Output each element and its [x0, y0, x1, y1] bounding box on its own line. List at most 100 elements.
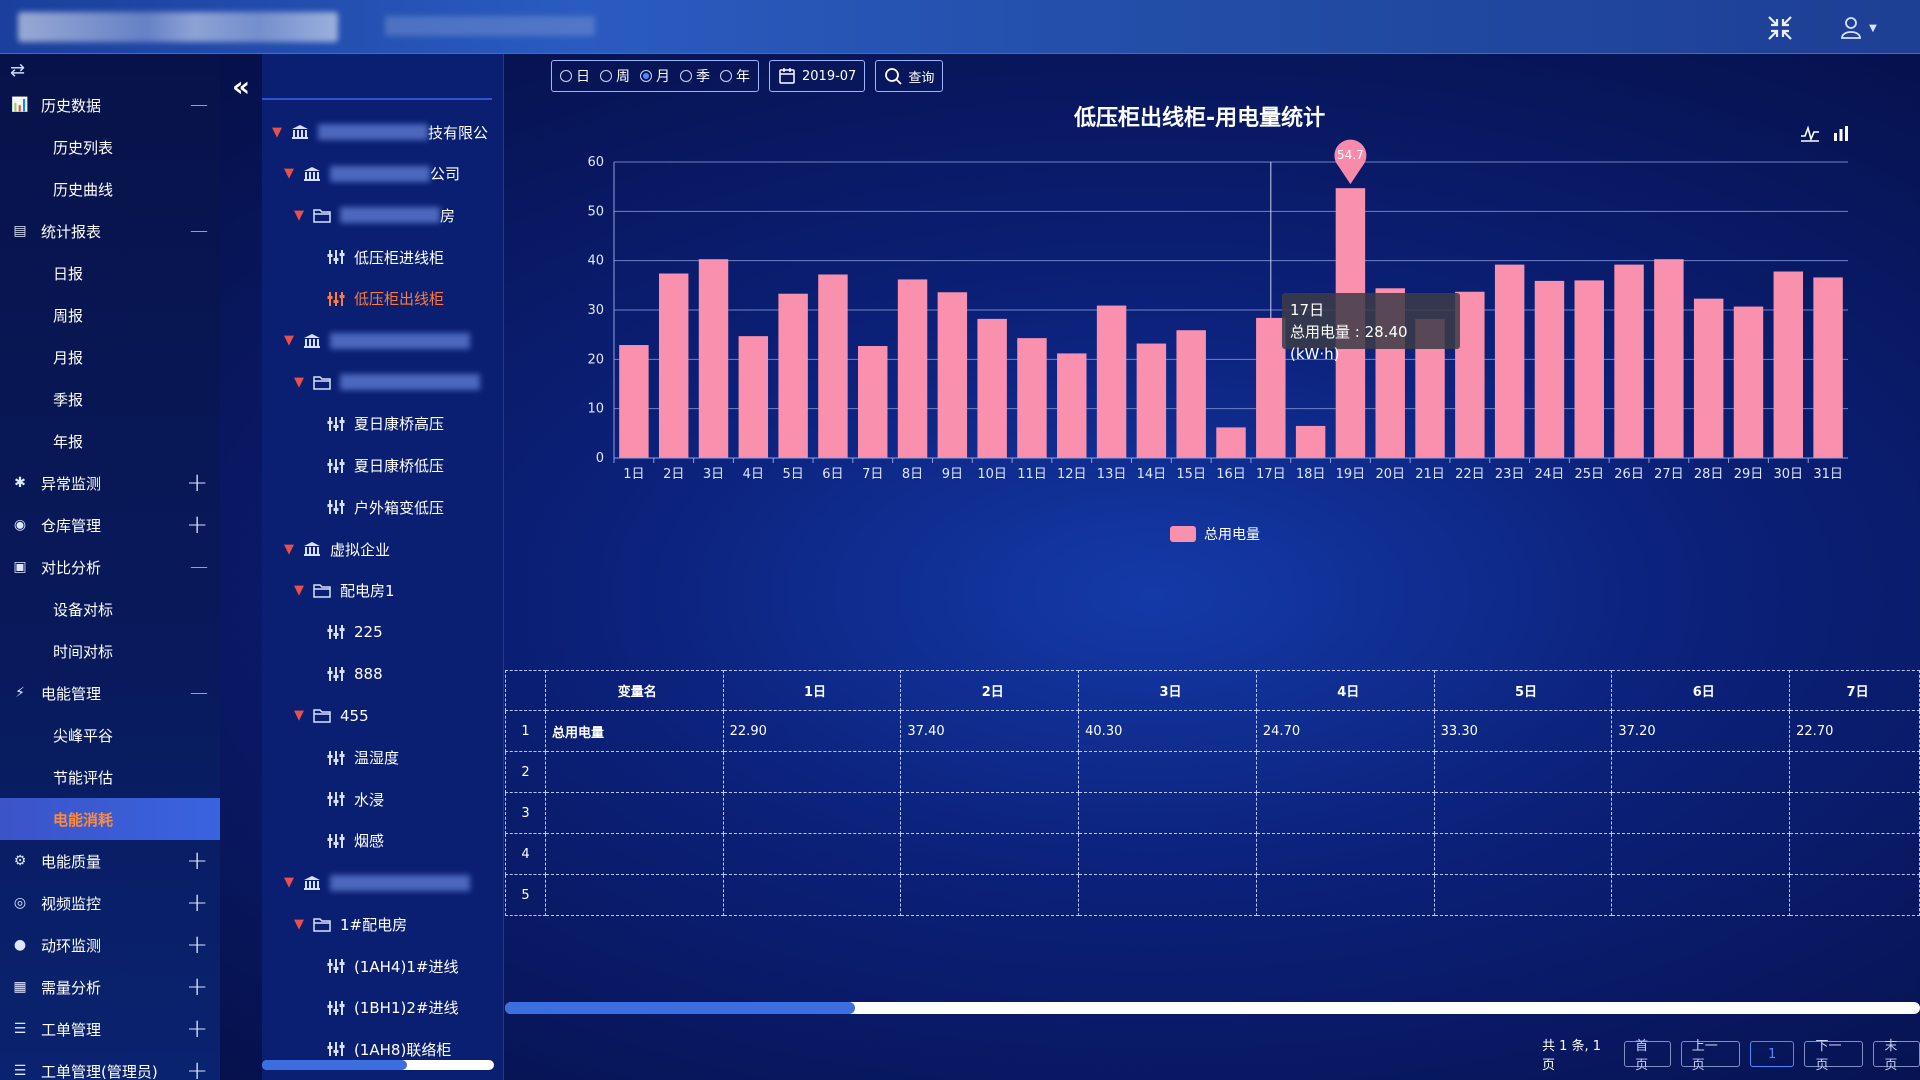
column-header[interactable]: 2日 [900, 670, 1080, 711]
column-header[interactable]: 变量名 [544, 670, 724, 711]
tree-node[interactable]: ▼ 房 [294, 201, 455, 229]
caret-down-icon[interactable]: ▼ [294, 375, 312, 390]
collapse-icon[interactable]: — [190, 96, 208, 114]
tree-node[interactable]: ▼ 455 [294, 702, 369, 730]
tree-node[interactable]: ▼ 配电房1 [294, 577, 395, 605]
sidebar-item-6[interactable]: ⚙ 电能质量 + [0, 840, 220, 882]
collapse-icon[interactable]: — [190, 222, 208, 240]
tree-node[interactable]: ▼ [284, 869, 470, 897]
expand-icon[interactable]: + [186, 1016, 208, 1042]
prev-page-button[interactable]: 上一页 [1680, 1039, 1740, 1073]
period-radio[interactable]: 周 [600, 66, 630, 86]
table-row[interactable]: 2 [505, 751, 1920, 793]
date-picker[interactable]: 2019-07 [769, 60, 866, 92]
tree-node[interactable]: ▼ [294, 368, 480, 396]
tree-node[interactable]: ▼ [284, 327, 470, 355]
sidebar-item-8[interactable]: ● 动环监测 + [0, 924, 220, 966]
sidebar-subitem[interactable]: 年报 [0, 420, 220, 462]
column-header[interactable] [505, 670, 546, 711]
sidebar-subitem[interactable]: 季报 [0, 378, 220, 420]
first-page-button[interactable]: 首页 [1624, 1039, 1671, 1073]
column-header[interactable]: 7日 [1789, 670, 1920, 711]
caret-down-icon[interactable]: ▼ [284, 166, 302, 181]
collapse-icon[interactable]: — [190, 558, 208, 576]
tree-scrollbar[interactable] [262, 1060, 494, 1070]
sidebar-subitem[interactable]: 日报 [0, 252, 220, 294]
sidebar-subitem[interactable]: 时间对标 [0, 630, 220, 672]
tree-node[interactable]: 低压柜出线柜 [326, 285, 444, 313]
caret-down-icon[interactable]: ▼ [284, 875, 302, 890]
tree-node[interactable]: (1BH1)2#进线 [326, 994, 458, 1022]
sidebar-subitem[interactable]: 月报 [0, 336, 220, 378]
period-radio[interactable]: 日 [560, 66, 590, 86]
bar-chart-icon[interactable] [1832, 124, 1850, 142]
caret-down-icon[interactable]: ▼ [294, 708, 312, 723]
current-page[interactable]: 1 [1749, 1041, 1795, 1067]
period-radio[interactable]: 年 [720, 66, 750, 86]
tree-node[interactable]: 低压柜进线柜 [326, 243, 444, 271]
user-menu[interactable]: ▼ [1834, 12, 1882, 44]
sidebar-item-11[interactable]: ☰ 工单管理(管理员) + [0, 1050, 220, 1080]
caret-down-icon[interactable]: ▼ [294, 208, 312, 223]
sidebar-item-10[interactable]: ☰ 工单管理 + [0, 1008, 220, 1050]
tree-node[interactable]: 户外箱变低压 [326, 493, 444, 521]
expand-icon[interactable]: + [186, 512, 208, 538]
sidebar-subitem[interactable]: 尖峰平谷 [0, 714, 220, 756]
sidebar-subitem[interactable]: 设备对标 [0, 588, 220, 630]
sidebar-item-4[interactable]: ▣ 对比分析 — [0, 546, 220, 588]
chart-legend[interactable]: 总用电量 [1170, 524, 1260, 544]
expand-icon[interactable]: + [186, 890, 208, 916]
caret-down-icon[interactable]: ▼ [284, 542, 302, 557]
sidebar-subitem[interactable]: 历史曲线 [0, 168, 220, 210]
sidebar-item-1[interactable]: ▤ 统计报表 — [0, 210, 220, 252]
table-row[interactable]: 1 总用电量 22.90 37.40 40.30 24.70 33.30 37.20 22.70 [505, 710, 1920, 752]
expand-icon[interactable]: + [186, 932, 208, 958]
caret-down-icon[interactable]: ▼ [294, 583, 312, 598]
table-row[interactable]: 5 [505, 874, 1920, 916]
collapse-sidebar-button[interactable]: « [232, 70, 250, 103]
sidebar-item-2[interactable]: ✱ 异常监测 + [0, 462, 220, 504]
swap-icon[interactable]: ⇄ [10, 60, 25, 81]
table-row[interactable]: 4 [505, 833, 1920, 875]
column-header[interactable]: 3日 [1078, 670, 1257, 711]
sidebar-subitem[interactable]: 历史列表 [0, 126, 220, 168]
tree-node[interactable]: ▼ 1#配电房 [294, 910, 407, 938]
tree-node[interactable]: ▼ 公司 [284, 160, 460, 188]
tree-node[interactable]: 夏日康桥高压 [326, 410, 444, 438]
table-scrollbar[interactable] [505, 1002, 1920, 1014]
query-button[interactable]: 查询 [875, 60, 944, 92]
tree-node[interactable]: 水浸 [326, 785, 384, 813]
sidebar-item-9[interactable]: ▦ 需量分析 + [0, 966, 220, 1008]
expand-icon[interactable]: + [186, 848, 208, 874]
collapse-icon[interactable]: — [190, 684, 208, 702]
tree-node[interactable]: 烟感 [326, 827, 384, 855]
column-header[interactable]: 6日 [1611, 670, 1791, 711]
caret-down-icon[interactable]: ▼ [272, 125, 290, 140]
expand-icon[interactable]: + [186, 1058, 208, 1080]
tree-node[interactable]: (1AH4)1#进线 [326, 952, 458, 980]
expand-icon[interactable]: + [186, 974, 208, 1000]
column-header[interactable]: 4日 [1255, 670, 1435, 711]
tree-node[interactable]: 225 [326, 618, 383, 646]
sidebar-item-3[interactable]: ◉ 仓库管理 + [0, 504, 220, 546]
line-chart-icon[interactable] [1800, 124, 1820, 142]
sidebar-item-0[interactable]: 📊 历史数据 — [0, 84, 220, 126]
sidebar-subitem[interactable]: 电能消耗 [0, 798, 220, 840]
tree-node[interactable]: 温湿度 [326, 744, 399, 772]
caret-down-icon[interactable]: ▼ [294, 917, 312, 932]
table-row[interactable]: 3 [505, 792, 1920, 834]
sidebar-item-7[interactable]: ◎ 视频监控 + [0, 882, 220, 924]
compress-icon[interactable] [1764, 12, 1796, 44]
column-header[interactable]: 5日 [1433, 670, 1613, 711]
period-radio[interactable]: 月 [640, 66, 670, 86]
sidebar-item-5[interactable]: ⚡ 电能管理 — [0, 672, 220, 714]
expand-icon[interactable]: + [186, 470, 208, 496]
tree-node[interactable]: 夏日康桥低压 [326, 452, 444, 480]
period-radio[interactable]: 季 [680, 66, 710, 86]
tree-node[interactable]: 888 [326, 660, 383, 688]
caret-down-icon[interactable]: ▼ [284, 333, 302, 348]
tree-node[interactable]: ▼ 技有限公 [272, 118, 488, 146]
column-header[interactable]: 1日 [722, 670, 902, 711]
sidebar-subitem[interactable]: 节能评估 [0, 756, 220, 798]
next-page-button[interactable]: 下一页 [1804, 1039, 1864, 1073]
